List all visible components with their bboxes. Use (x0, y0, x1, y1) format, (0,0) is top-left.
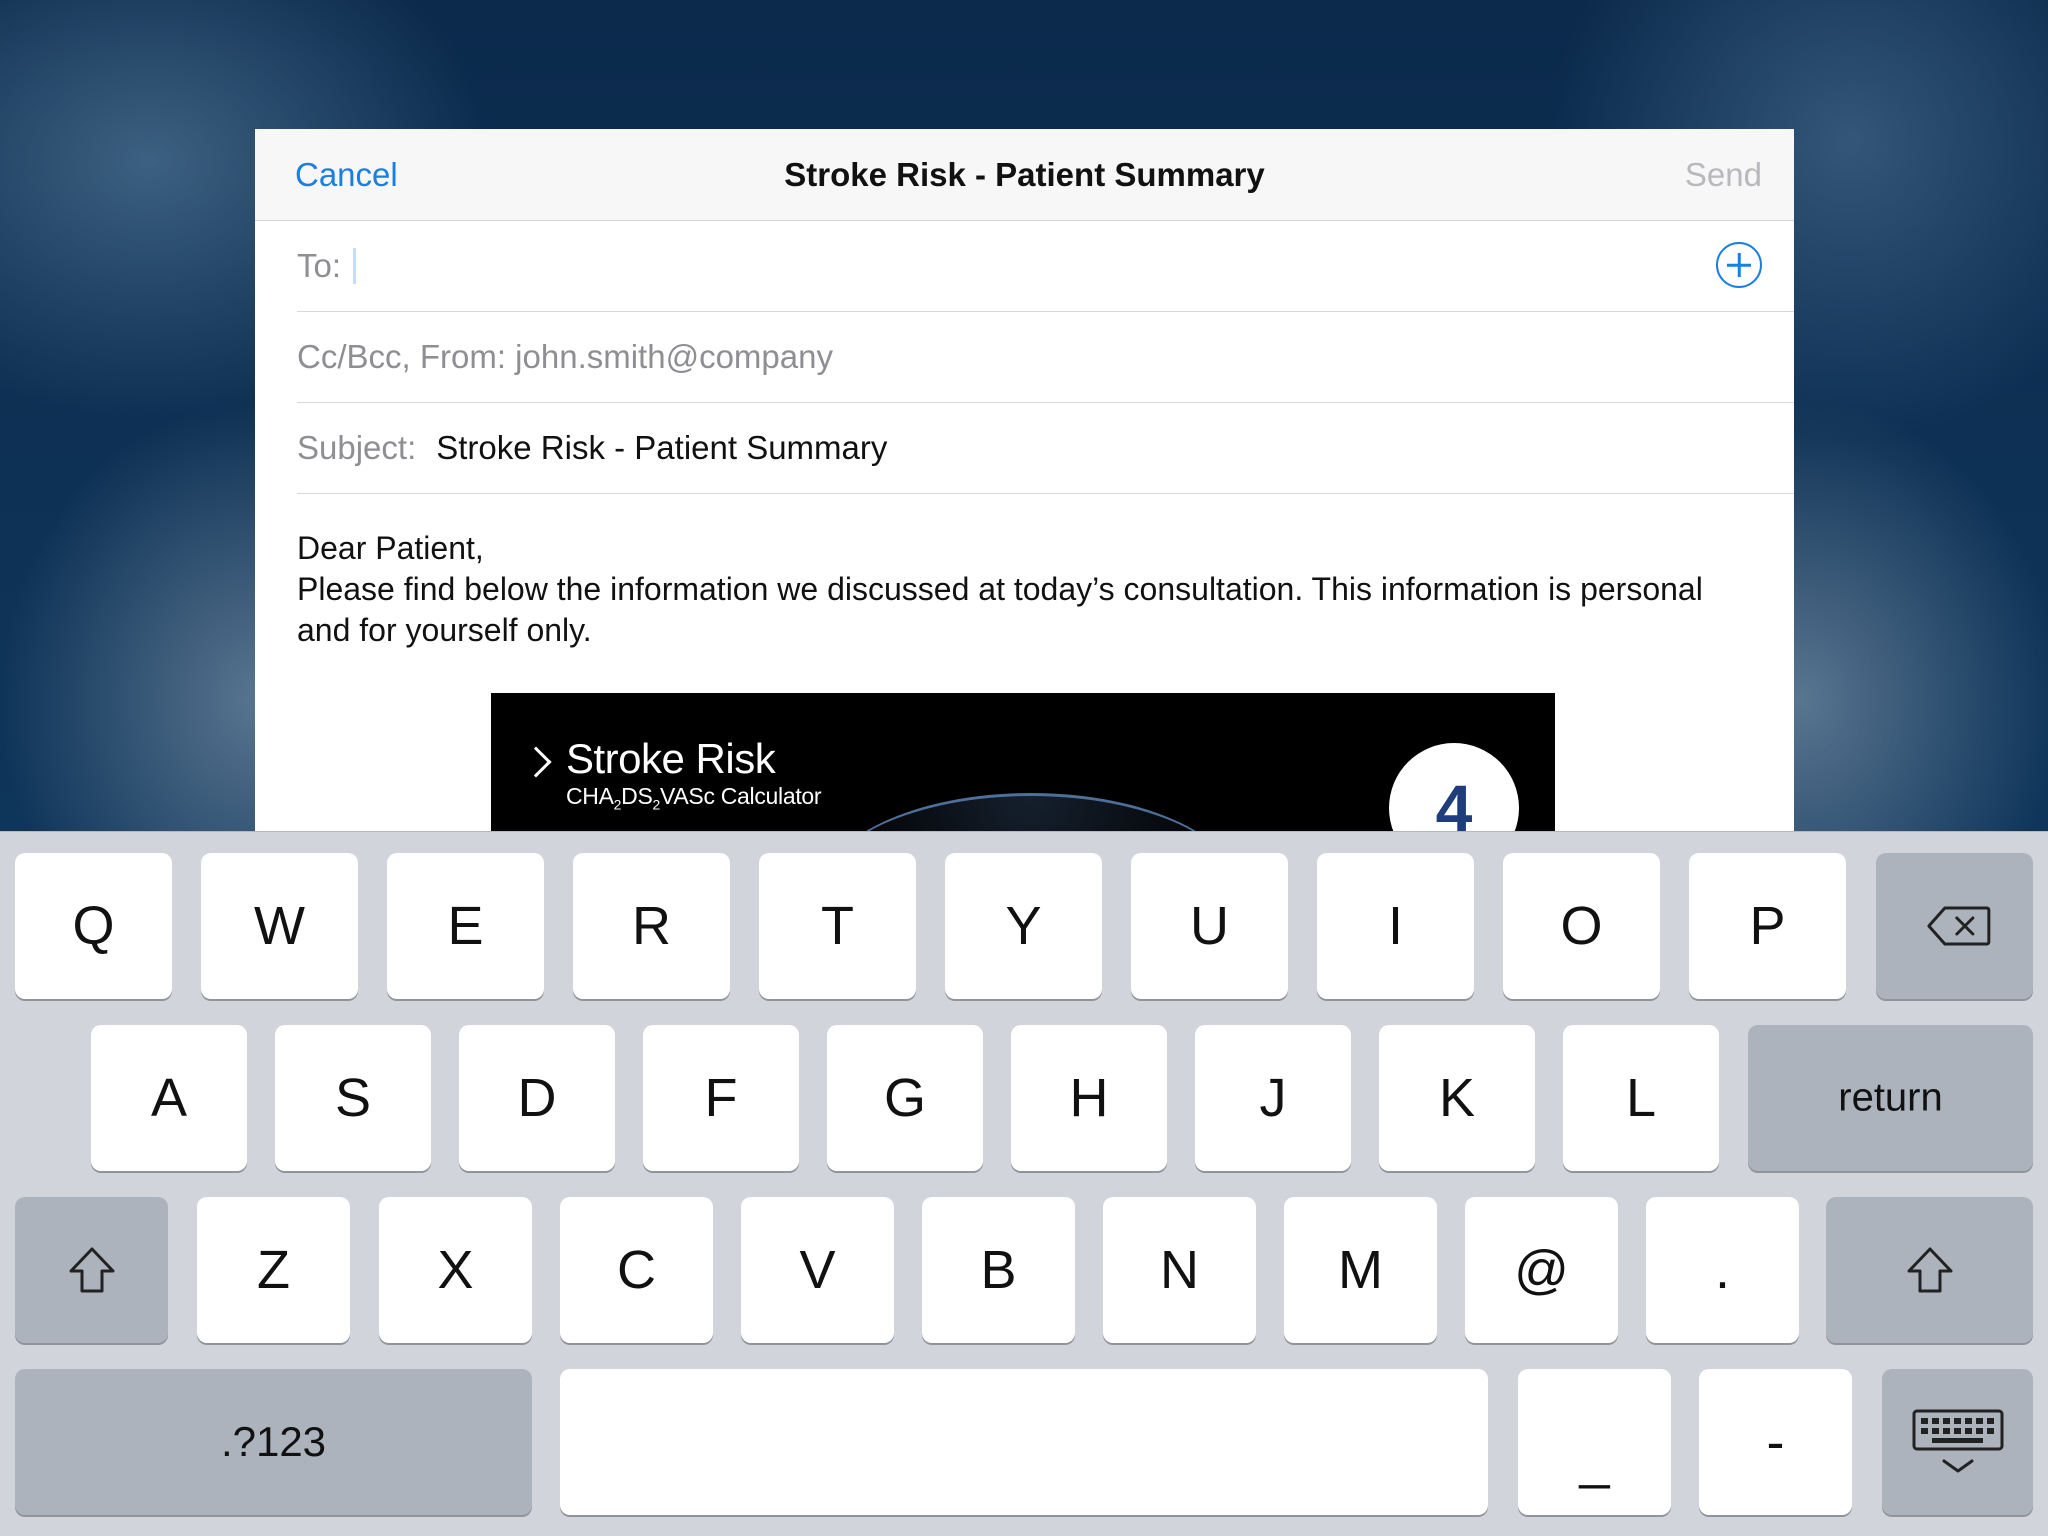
to-label: To: (297, 247, 342, 284)
key-p[interactable]: P (1689, 853, 1846, 999)
key-period[interactable]: . (1646, 1197, 1799, 1343)
send-button[interactable]: Send (1685, 129, 1762, 221)
key-t[interactable]: T (759, 853, 916, 999)
key-e[interactable]: E (387, 853, 544, 999)
key-h[interactable]: H (1011, 1025, 1167, 1171)
key-at[interactable]: @ (1465, 1197, 1618, 1343)
delete-key[interactable] (1876, 853, 2033, 999)
subject-row: Subject: Stroke Risk - Patient Summary (297, 403, 1794, 494)
key-d[interactable]: D (459, 1025, 615, 1171)
space-key[interactable] (560, 1369, 1488, 1515)
cancel-button[interactable]: Cancel (295, 129, 398, 221)
key-u[interactable]: U (1131, 853, 1288, 999)
attachment-title: Stroke Risk (566, 735, 776, 782)
numbers-key[interactable]: .?123 (15, 1369, 532, 1515)
key-a[interactable]: A (91, 1025, 247, 1171)
key-y[interactable]: Y (945, 853, 1102, 999)
key-m[interactable]: M (1284, 1197, 1437, 1343)
shift-key-left[interactable] (15, 1197, 168, 1343)
chevron-right-icon (520, 746, 552, 778)
cc-from-field[interactable]: Cc/Bcc, From: john.smith@company (297, 338, 833, 376)
key-o[interactable]: O (1503, 853, 1660, 999)
subject-field[interactable]: Stroke Risk - Patient Summary (436, 429, 887, 467)
stroke-risk-attachment[interactable]: Stroke Risk CHA2DS2VASc Calculator 4 (491, 693, 1555, 849)
attachment-subtitle: CHA2DS2VASc Calculator (566, 783, 822, 813)
key-f[interactable]: F (643, 1025, 799, 1171)
key-b[interactable]: B (922, 1197, 1075, 1343)
key-x[interactable]: X (379, 1197, 532, 1343)
shift-key-right[interactable] (1826, 1197, 2033, 1343)
key-i[interactable]: I (1317, 853, 1474, 999)
shift-icon (1907, 1247, 1952, 1293)
key-c[interactable]: C (560, 1197, 713, 1343)
to-row: To: (297, 221, 1794, 312)
key-n[interactable]: N (1103, 1197, 1256, 1343)
mail-compose-sheet: Stroke Risk - Patient Summary Cancel Sen… (255, 129, 1794, 849)
greeting-text: Dear Patient, (297, 530, 484, 566)
key-g[interactable]: G (827, 1025, 983, 1171)
shift-icon (69, 1247, 114, 1293)
key-w[interactable]: W (201, 853, 358, 999)
to-field[interactable] (356, 236, 1794, 296)
key-k[interactable]: K (1379, 1025, 1535, 1171)
delete-icon (1926, 906, 1990, 946)
compose-navbar: Stroke Risk - Patient Summary Cancel Sen… (255, 129, 1794, 221)
key-s[interactable]: S (275, 1025, 431, 1171)
onscreen-keyboard: Q W E R T Y U I O P A S D F G H J K L re… (0, 831, 2048, 1536)
add-contact-icon[interactable] (1716, 242, 1762, 288)
compose-title: Stroke Risk - Patient Summary (784, 156, 1265, 193)
key-j[interactable]: J (1195, 1025, 1351, 1171)
key-r[interactable]: R (573, 853, 730, 999)
key-q[interactable]: Q (15, 853, 172, 999)
body-paragraph: Please find below the information we dis… (297, 571, 1703, 648)
key-l[interactable]: L (1563, 1025, 1719, 1171)
key-z[interactable]: Z (197, 1197, 350, 1343)
cc-from-row[interactable]: Cc/Bcc, From: john.smith@company (297, 312, 1794, 403)
message-body[interactable]: Dear Patient, Please find below the info… (255, 494, 1794, 651)
keyboard-dismiss-icon (1912, 1409, 2003, 1473)
key-dash[interactable]: - (1699, 1369, 1852, 1515)
subject-label: Subject: (297, 429, 417, 466)
dismiss-keyboard-key[interactable] (1882, 1369, 2033, 1515)
key-underscore[interactable]: _ (1518, 1369, 1671, 1515)
return-key[interactable]: return (1748, 1025, 2033, 1171)
key-v[interactable]: V (741, 1197, 894, 1343)
